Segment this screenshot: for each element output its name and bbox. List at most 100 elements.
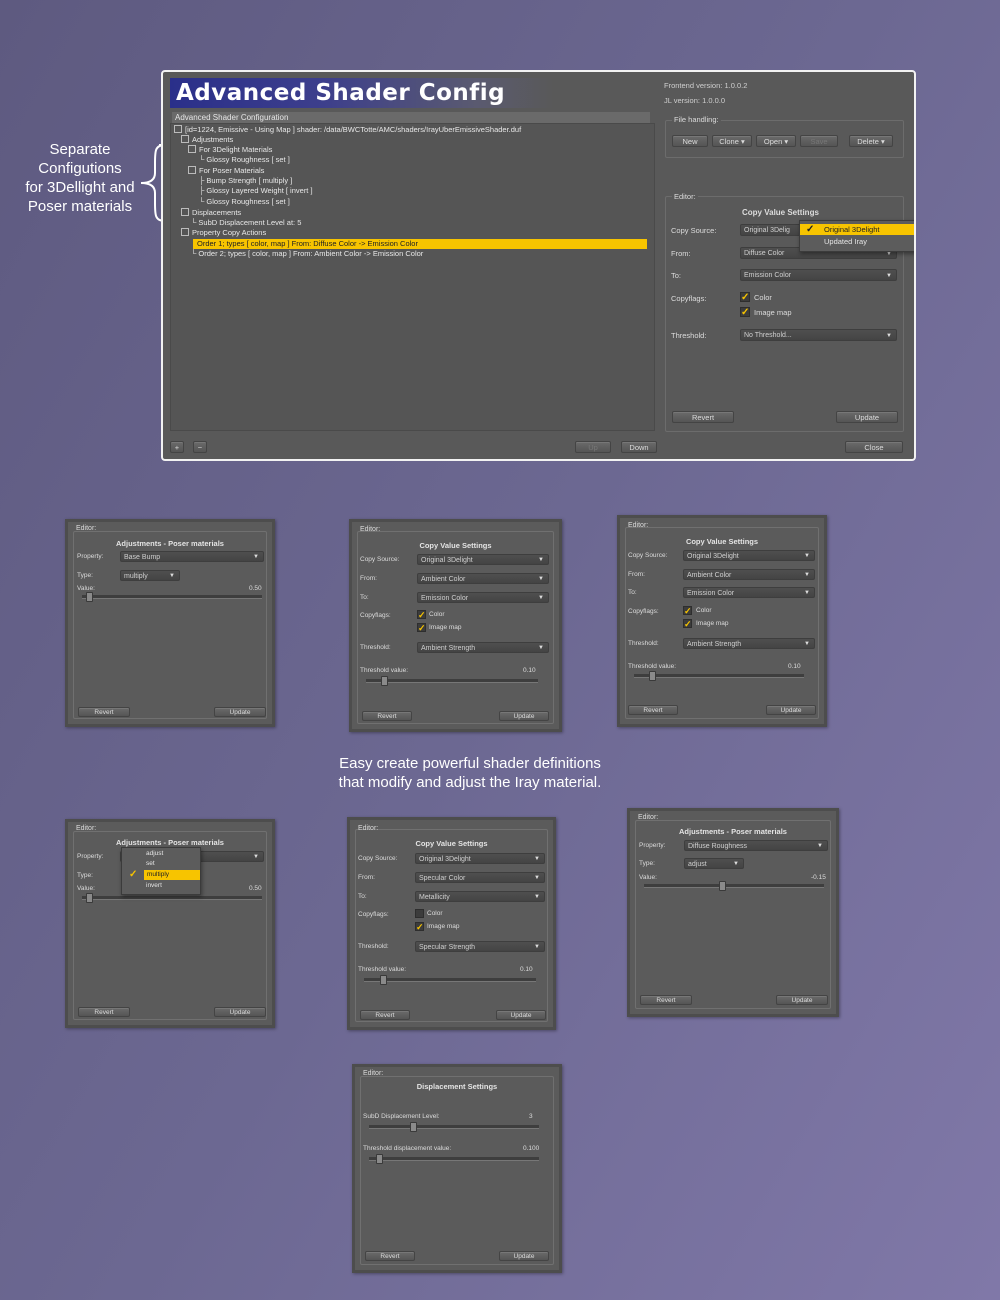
update-button[interactable]: Update [496,1010,546,1020]
update-button[interactable]: Update [836,411,898,423]
slider-thumb[interactable] [376,1154,383,1164]
collapse-icon[interactable] [181,208,189,217]
to-select[interactable]: Emission Color [417,592,549,604]
update-button[interactable]: Update [766,705,816,715]
tree-item[interactable]: └ Glossy Roughness [ set ] [199,155,290,165]
editor-label: Editor: [360,526,381,533]
slider-thumb[interactable] [381,676,388,686]
collapse-icon[interactable] [188,145,196,154]
to-select[interactable]: Emission Color [740,269,897,282]
close-button[interactable]: Close [845,441,903,453]
slider-thumb[interactable] [719,881,726,891]
popup-option-adjust[interactable]: adjust [122,849,200,859]
tree-adjustments[interactable]: Adjustments [181,135,233,145]
popup-option-updated-iray[interactable]: Updated Iray [800,236,914,247]
copy-source-select[interactable]: Original 3Delight [683,550,815,562]
threshold-select[interactable]: Ambient Strength [683,638,815,650]
open-button[interactable]: Open ▾ [756,135,796,147]
collapse-icon[interactable] [174,125,182,134]
update-button[interactable]: Update [214,1007,266,1017]
type-select[interactable]: adjust [684,858,744,870]
color-checkbox[interactable]: ✓ [740,292,750,303]
revert-button[interactable]: Revert [672,411,734,423]
value-slider[interactable] [644,884,824,888]
from-select[interactable]: Ambient Color [417,573,549,585]
to-select[interactable]: Metallicity [415,891,545,903]
clone-button[interactable]: Clone ▾ [712,135,752,147]
property-select[interactable]: Diffuse Roughness [684,840,828,852]
config-tree[interactable]: [id=1224, Emissive - Using Map ] shader:… [170,123,655,431]
threshold-slider[interactable] [366,679,538,683]
new-button[interactable]: New [672,135,708,147]
popup-option-set[interactable]: set [122,859,200,869]
slider-thumb[interactable] [86,893,93,903]
copy-source-select[interactable]: Original 3Delight [415,853,545,865]
update-button[interactable]: Update [499,1251,549,1261]
revert-button[interactable]: Revert [640,995,692,1005]
tree-item[interactable]: ├ Bump Strength [ multiply ] [199,176,292,186]
annotation-line-2: Configutions [38,160,122,177]
collapse-icon[interactable] [188,166,196,175]
subd-slider[interactable] [369,1125,539,1129]
update-button[interactable]: Update [776,995,828,1005]
image-map-checkbox[interactable]: ✓ [740,307,750,318]
tree-item[interactable]: └ SubD Displacement Level at: 5 [191,218,301,228]
tree-item[interactable]: └ Order 2; types [ color, map ] From: Am… [191,249,423,259]
color-checkbox[interactable]: ✓ [683,606,692,616]
image-map-checkbox[interactable]: ✓ [415,922,424,932]
up-button[interactable]: Up [575,441,611,453]
color-checkbox[interactable]: ✓ [417,610,426,620]
tree-poser[interactable]: For Poser Materials [188,166,264,176]
revert-button[interactable]: Revert [365,1251,415,1261]
type-select[interactable]: multiply [120,570,180,582]
revert-button[interactable]: Revert [78,707,130,717]
threshold-slider[interactable] [634,674,804,678]
remove-button[interactable]: − [193,441,207,453]
popup-option-invert[interactable]: invert [122,881,200,891]
value-slider[interactable] [82,896,262,900]
update-button[interactable]: Update [214,707,266,717]
revert-button[interactable]: Revert [628,705,678,715]
color-checkbox[interactable] [415,909,424,918]
slider-thumb[interactable] [380,975,387,985]
caption-line-1: Easy create powerful shader definitions [339,755,601,772]
tree-copy-actions[interactable]: Property Copy Actions [181,228,266,238]
tree-root[interactable]: [id=1224, Emissive - Using Map ] shader:… [174,125,521,135]
tree-3delight[interactable]: For 3Delight Materials [188,145,272,155]
collapse-icon[interactable] [181,228,189,237]
revert-button[interactable]: Revert [360,1010,410,1020]
revert-button[interactable]: Revert [362,711,412,721]
image-map-checkbox[interactable]: ✓ [683,619,692,629]
threshold-value-label: Threshold value: [358,966,407,973]
popup-option-original-3delight[interactable]: ✓ Original 3Delight [800,224,914,235]
popup-option-multiply[interactable]: multiply [144,870,200,880]
tree-item[interactable]: ├ Glossy Layered Weight [ invert ] [199,186,313,196]
from-select[interactable]: Specular Color [415,872,545,884]
tree-item[interactable]: └ Glossy Roughness [ set ] [199,197,290,207]
copyflags-label: Copyflags: [358,911,389,918]
delete-button[interactable]: Delete ▾ [849,135,893,147]
threshold-select[interactable]: No Threshold... [740,329,897,342]
threshold-displacement-slider[interactable] [369,1157,539,1161]
collapse-icon[interactable] [181,135,189,144]
tree-item-selected[interactable]: Order 1; types [ color, map ] From: Diff… [193,239,647,249]
property-select[interactable]: Base Bump [120,551,264,563]
from-select[interactable]: Ambient Color [683,569,815,581]
to-select[interactable]: Emission Color [683,587,815,599]
add-button[interactable]: + [170,441,184,453]
down-button[interactable]: Down [621,441,657,453]
slider-thumb[interactable] [410,1122,417,1132]
threshold-select[interactable]: Ambient Strength [417,642,549,654]
tree-displacements[interactable]: Displacements [181,208,241,218]
save-button[interactable]: Save [800,135,838,147]
threshold-select[interactable]: Specular Strength [415,941,545,953]
threshold-displacement-readout: 0.100 [523,1145,540,1152]
slider-thumb[interactable] [86,592,93,602]
slider-thumb[interactable] [649,671,656,681]
value-slider[interactable] [82,595,262,599]
threshold-slider[interactable] [364,978,536,982]
copy-source-select[interactable]: Original 3Delight [417,554,549,566]
revert-button[interactable]: Revert [78,1007,130,1017]
image-map-checkbox[interactable]: ✓ [417,623,426,633]
update-button[interactable]: Update [499,711,549,721]
